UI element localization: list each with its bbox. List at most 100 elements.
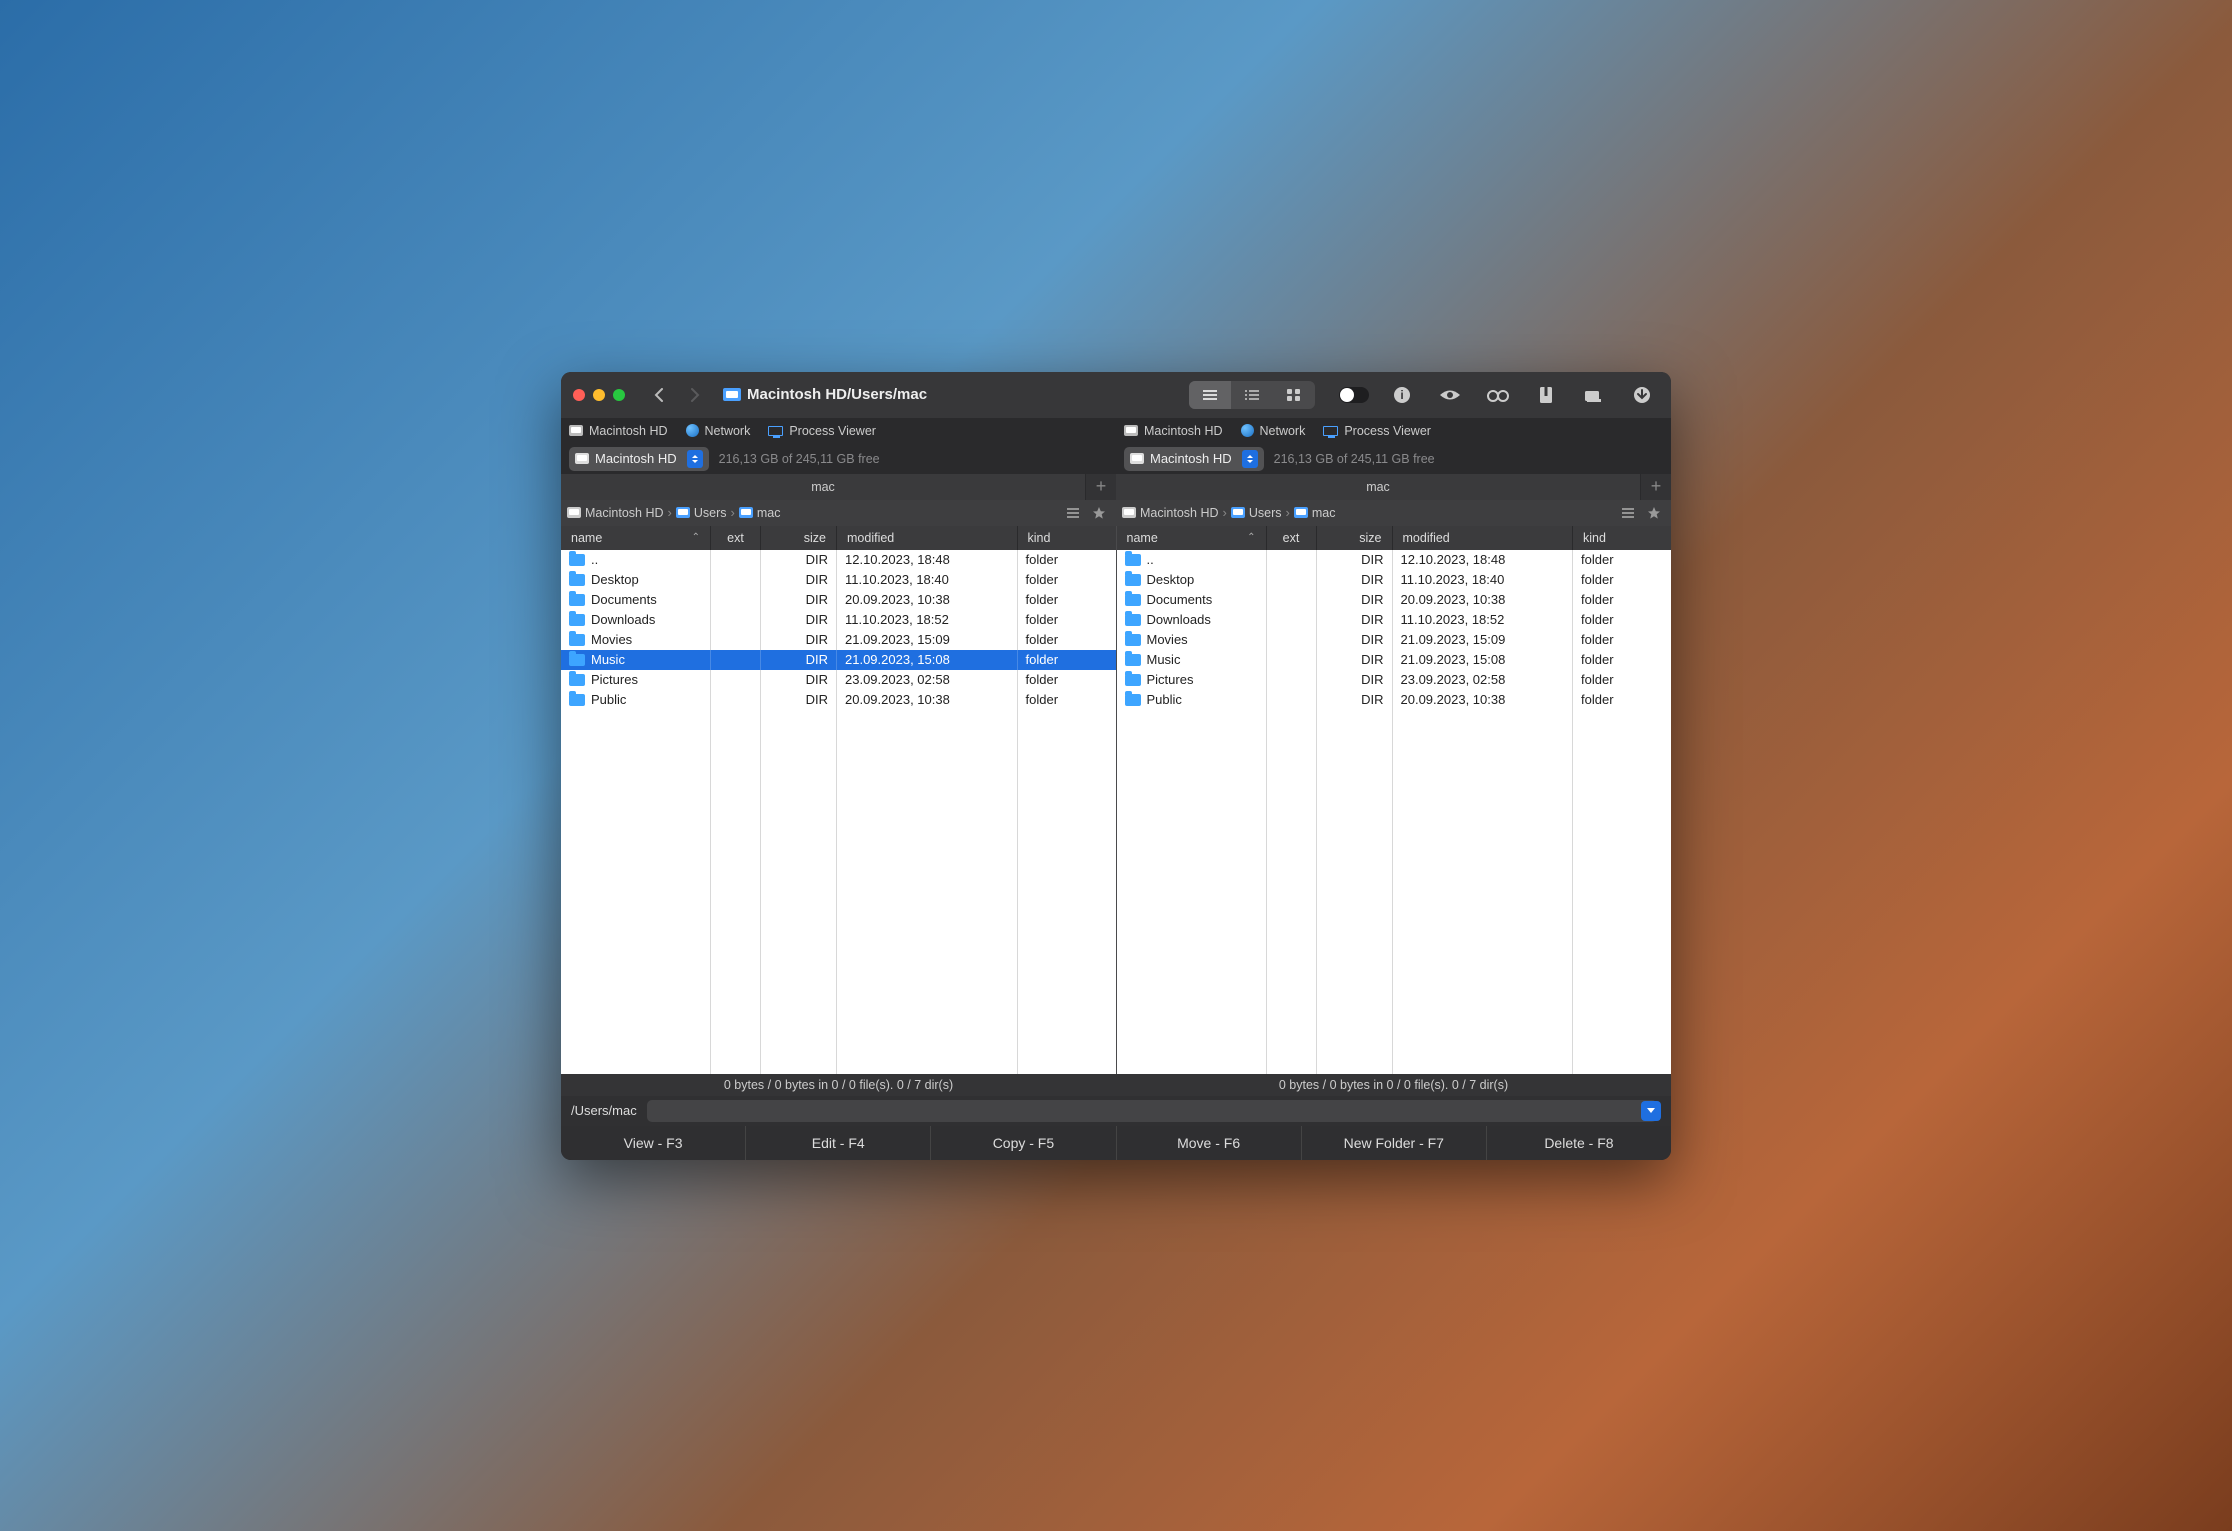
col-kind[interactable]: kind xyxy=(1018,526,1116,550)
file-name: Music xyxy=(1147,652,1181,667)
right-rows[interactable]: ..DIR12.10.2023, 18:48folderDesktopDIR11… xyxy=(1117,550,1672,1074)
file-ext xyxy=(1267,590,1317,610)
free-space: 216,13 GB of 245,11 GB free xyxy=(719,452,880,466)
forward-button[interactable] xyxy=(681,383,709,407)
col-ext[interactable]: ext xyxy=(1267,526,1317,550)
tab-process-viewer[interactable]: Process Viewer xyxy=(768,424,876,438)
file-name: Documents xyxy=(1147,592,1213,607)
dir-tab[interactable]: mac xyxy=(561,474,1086,500)
file-modified: 12.10.2023, 18:48 xyxy=(837,550,1018,570)
download-icon[interactable] xyxy=(1625,381,1659,409)
tab-network[interactable]: Network xyxy=(1241,424,1306,438)
favorite-icon[interactable] xyxy=(1088,503,1110,523)
function-row: View - F3 Edit - F4 Copy - F5 Move - F6 … xyxy=(561,1126,1671,1160)
share-icon[interactable] xyxy=(1577,381,1611,409)
disk-select[interactable]: Macintosh HD xyxy=(569,447,709,471)
bc-seg[interactable]: mac xyxy=(1294,506,1336,520)
info-icon[interactable]: i xyxy=(1385,381,1419,409)
dir-tab[interactable]: mac xyxy=(1116,474,1641,500)
view-grid-button[interactable] xyxy=(1273,381,1315,409)
table-row[interactable]: PublicDIR20.09.2023, 10:38folder xyxy=(1117,690,1672,710)
dropdown-icon[interactable] xyxy=(1641,1101,1661,1121)
show-hidden-toggle[interactable] xyxy=(1337,381,1371,409)
window-controls xyxy=(573,389,625,401)
table-row[interactable]: DownloadsDIR11.10.2023, 18:52folder xyxy=(1117,610,1672,630)
table-row[interactable]: DocumentsDIR20.09.2023, 10:38folder xyxy=(1117,590,1672,610)
file-kind: folder xyxy=(1573,550,1671,570)
tab-label: Macintosh HD xyxy=(589,424,668,438)
table-row[interactable]: DownloadsDIR11.10.2023, 18:52folder xyxy=(561,610,1116,630)
disk-row: Macintosh HD 216,13 GB of 245,11 GB free… xyxy=(561,444,1671,474)
bc-label: Macintosh HD xyxy=(1140,506,1219,520)
file-modified: 11.10.2023, 18:52 xyxy=(837,610,1018,630)
table-row[interactable]: ..DIR12.10.2023, 18:48folder xyxy=(1117,550,1672,570)
file-modified: 21.09.2023, 15:08 xyxy=(837,650,1018,670)
network-icon xyxy=(1241,424,1254,437)
new-tab-button[interactable]: + xyxy=(1641,474,1671,500)
table-row[interactable]: MoviesDIR21.09.2023, 15:09folder xyxy=(1117,630,1672,650)
view-button[interactable]: View - F3 xyxy=(561,1126,746,1160)
col-size[interactable]: size xyxy=(1317,526,1393,550)
col-name[interactable]: name⌃ xyxy=(561,526,711,550)
move-button[interactable]: Move - F6 xyxy=(1117,1126,1302,1160)
harddisk-icon xyxy=(1124,425,1138,436)
folder-icon xyxy=(1125,614,1141,626)
view-columns-button[interactable] xyxy=(1231,381,1273,409)
new-tab-button[interactable]: + xyxy=(1086,474,1116,500)
col-modified[interactable]: modified xyxy=(1393,526,1574,550)
new-folder-button[interactable]: New Folder - F7 xyxy=(1302,1126,1487,1160)
copy-button[interactable]: Copy - F5 xyxy=(931,1126,1116,1160)
delete-button[interactable]: Delete - F8 xyxy=(1487,1126,1671,1160)
favorite-icon[interactable] xyxy=(1643,503,1665,523)
dir-tab-row: mac + mac + xyxy=(561,474,1671,500)
col-kind[interactable]: kind xyxy=(1573,526,1671,550)
path-input[interactable] xyxy=(647,1100,1657,1122)
view-list-button[interactable] xyxy=(1189,381,1231,409)
tab-label: Macintosh HD xyxy=(1144,424,1223,438)
table-row[interactable]: PicturesDIR23.09.2023, 02:58folder xyxy=(561,670,1116,690)
bc-seg[interactable]: mac xyxy=(739,506,781,520)
bc-seg[interactable]: Users xyxy=(1231,506,1282,520)
table-row[interactable]: DesktopDIR11.10.2023, 18:40folder xyxy=(1117,570,1672,590)
file-size: DIR xyxy=(1317,650,1393,670)
bc-seg[interactable]: Macintosh HD xyxy=(567,506,664,520)
source-tabs-row: Macintosh HD Network Process Viewer Maci… xyxy=(561,418,1671,444)
table-row[interactable]: DocumentsDIR20.09.2023, 10:38folder xyxy=(561,590,1116,610)
table-row[interactable]: MoviesDIR21.09.2023, 15:09folder xyxy=(561,630,1116,650)
tab-macintosh-hd[interactable]: Macintosh HD xyxy=(569,424,668,438)
table-row[interactable]: PicturesDIR23.09.2023, 02:58folder xyxy=(1117,670,1672,690)
status-text: 0 bytes / 0 bytes in 0 / 0 file(s). 0 / … xyxy=(1279,1078,1508,1092)
menu-icon[interactable] xyxy=(1617,503,1639,523)
binoculars-icon[interactable] xyxy=(1481,381,1515,409)
table-row[interactable]: MusicDIR21.09.2023, 15:08folder xyxy=(1117,650,1672,670)
close-button[interactable] xyxy=(573,389,585,401)
col-ext[interactable]: ext xyxy=(711,526,761,550)
edit-button[interactable]: Edit - F4 xyxy=(746,1126,931,1160)
tab-macintosh-hd[interactable]: Macintosh HD xyxy=(1124,424,1223,438)
file-modified: 20.09.2023, 10:38 xyxy=(837,690,1018,710)
disk-select[interactable]: Macintosh HD xyxy=(1124,447,1264,471)
file-ext xyxy=(711,650,761,670)
table-row[interactable]: MusicDIR21.09.2023, 15:08folder xyxy=(561,650,1116,670)
col-name[interactable]: name⌃ xyxy=(1117,526,1267,550)
quicklook-icon[interactable] xyxy=(1433,381,1467,409)
bc-seg[interactable]: Users xyxy=(676,506,727,520)
folder-icon xyxy=(1125,694,1141,706)
minimize-button[interactable] xyxy=(593,389,605,401)
left-rows[interactable]: ..DIR12.10.2023, 18:48folderDesktopDIR11… xyxy=(561,550,1116,1074)
menu-icon[interactable] xyxy=(1062,503,1084,523)
table-row[interactable]: PublicDIR20.09.2023, 10:38folder xyxy=(561,690,1116,710)
file-size: DIR xyxy=(761,690,837,710)
maximize-button[interactable] xyxy=(613,389,625,401)
tab-network[interactable]: Network xyxy=(686,424,751,438)
bc-seg[interactable]: Macintosh HD xyxy=(1122,506,1219,520)
archive-icon[interactable] xyxy=(1529,381,1563,409)
file-ext xyxy=(1267,650,1317,670)
table-row[interactable]: DesktopDIR11.10.2023, 18:40folder xyxy=(561,570,1116,590)
tab-process-viewer[interactable]: Process Viewer xyxy=(1323,424,1431,438)
col-modified[interactable]: modified xyxy=(837,526,1018,550)
col-size[interactable]: size xyxy=(761,526,837,550)
table-row[interactable]: ..DIR12.10.2023, 18:48folder xyxy=(561,550,1116,570)
status-row: 0 bytes / 0 bytes in 0 / 0 file(s). 0 / … xyxy=(561,1074,1671,1096)
back-button[interactable] xyxy=(645,383,673,407)
